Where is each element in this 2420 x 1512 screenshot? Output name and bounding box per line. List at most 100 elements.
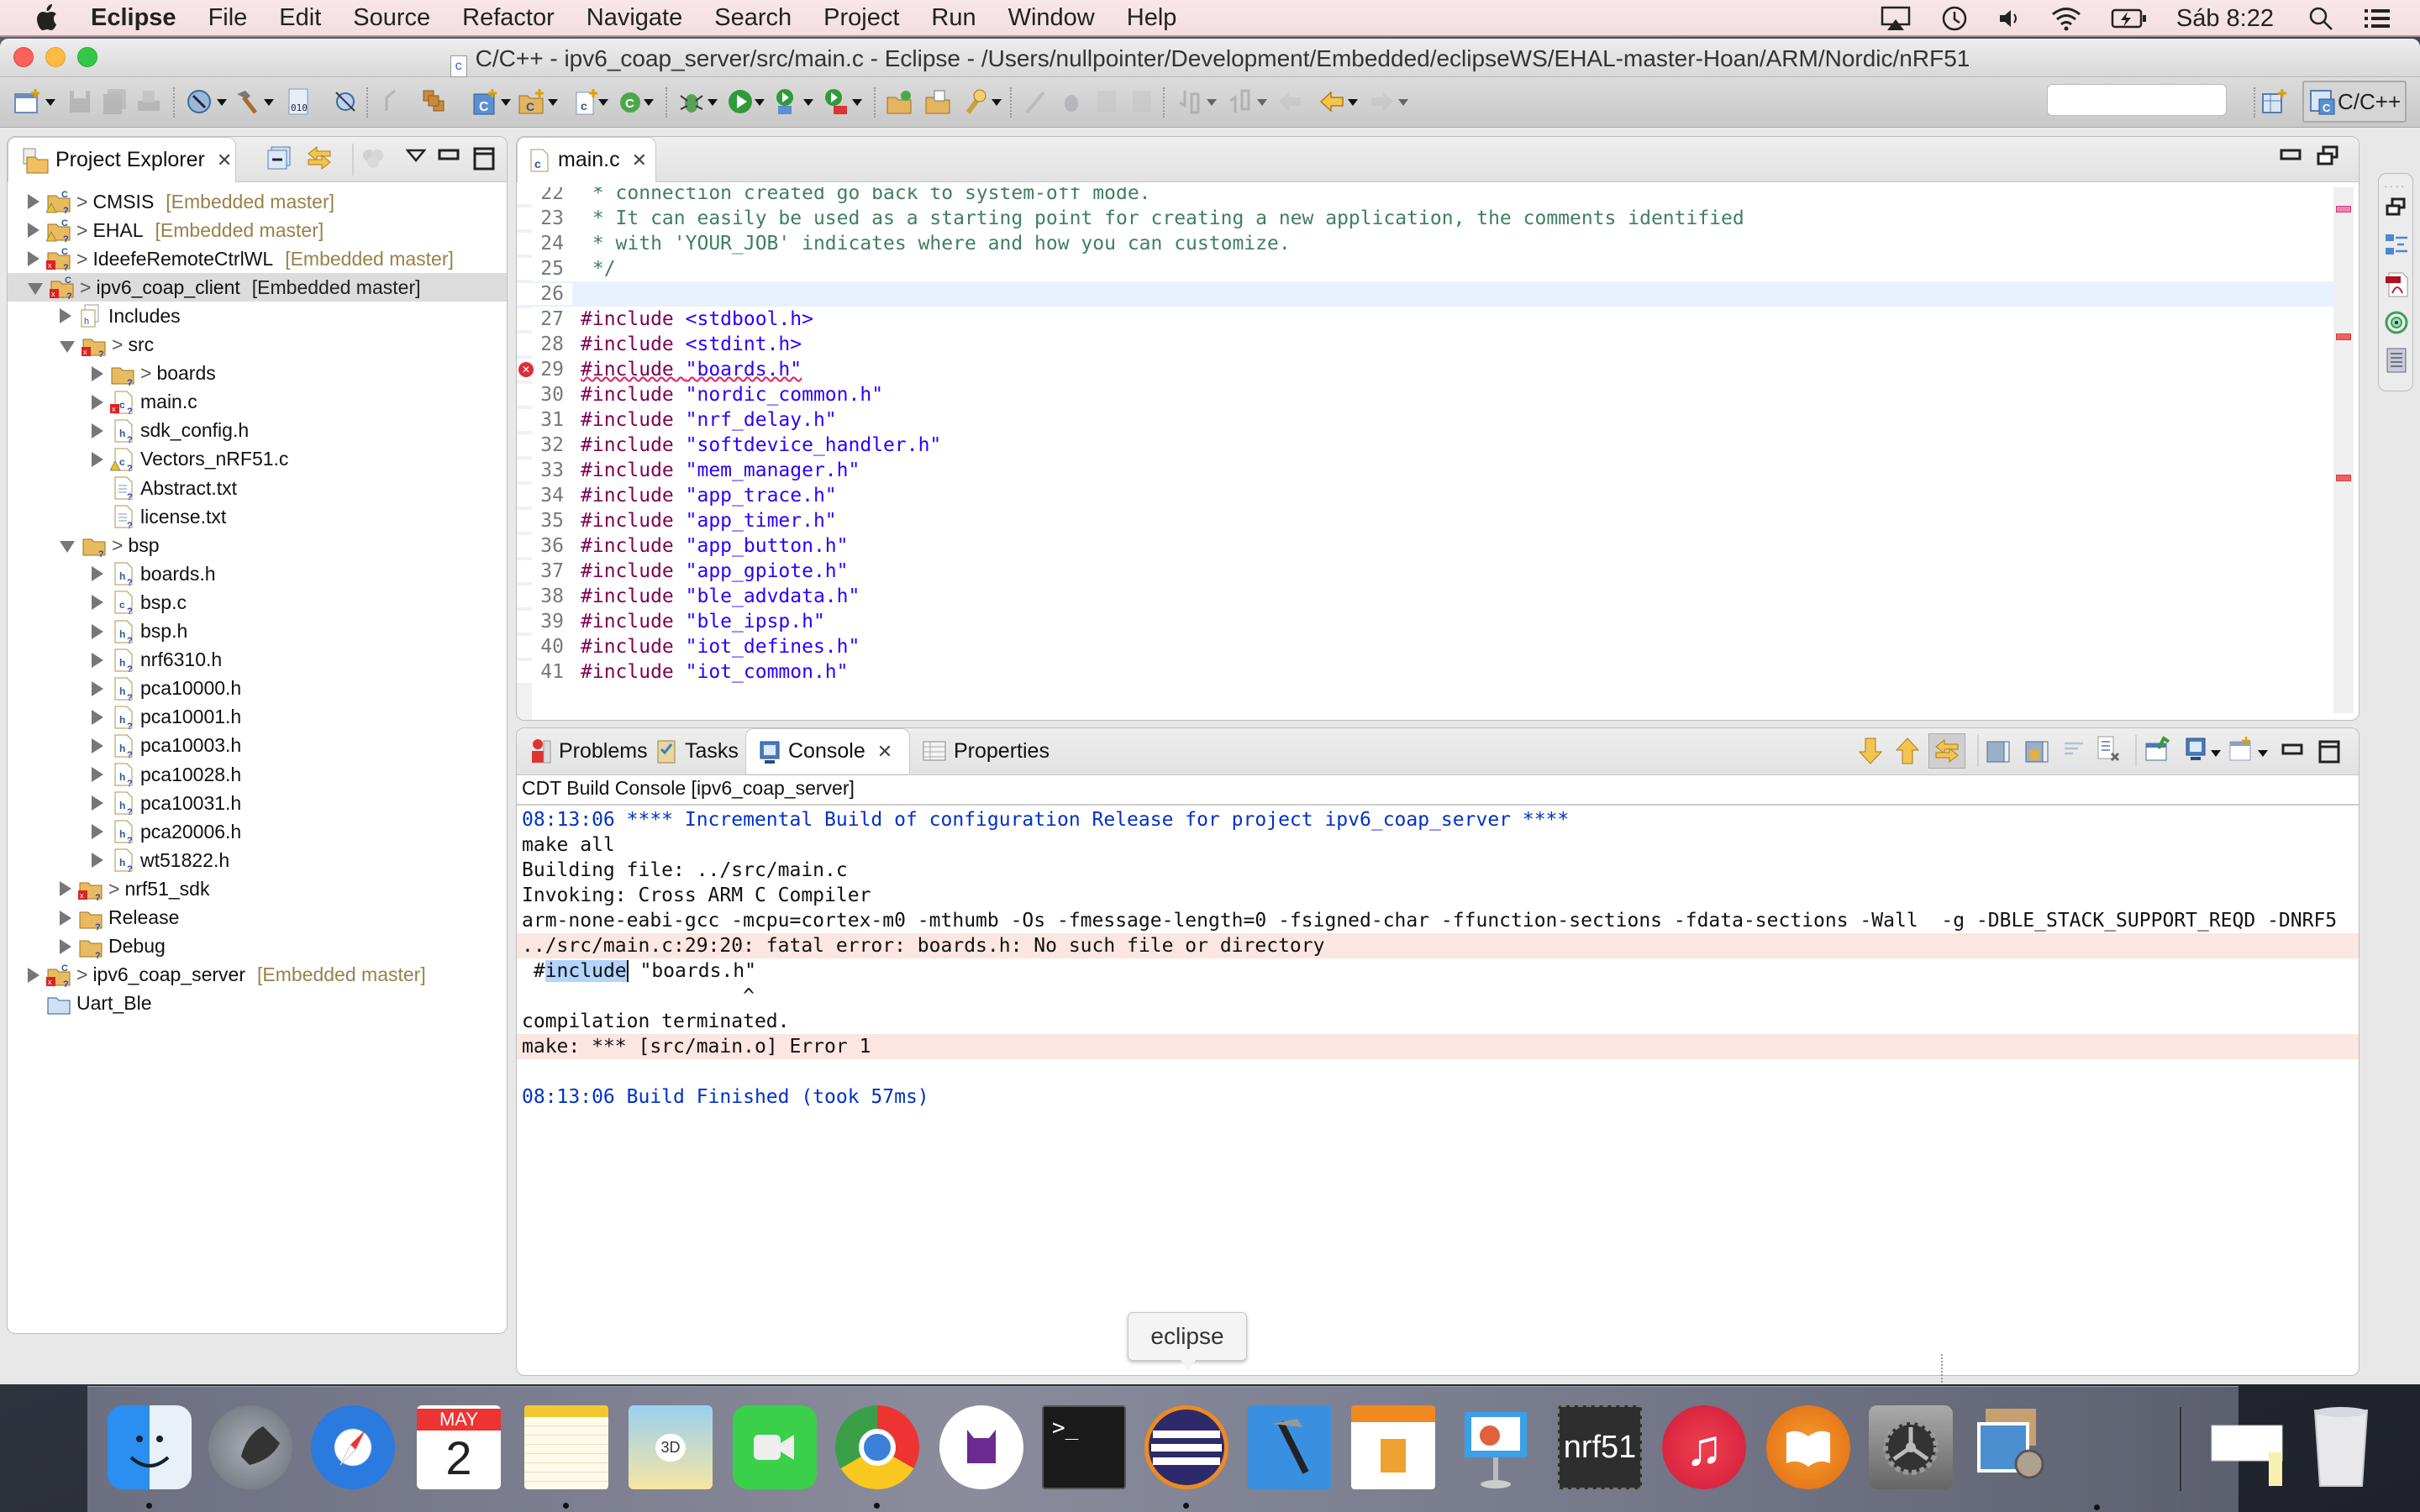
external-tools-icon[interactable] — [773, 87, 802, 116]
code-line[interactable]: 40 #include "iot_defines.h" — [517, 634, 2333, 659]
new-console-dropdown-icon[interactable] — [2258, 750, 2268, 757]
dock-chrome-icon[interactable] — [835, 1405, 919, 1489]
code-line[interactable]: 28 #include <stdint.h> — [517, 332, 2333, 357]
dock-ibooks-icon[interactable] — [1766, 1405, 1850, 1489]
build-configuration-icon[interactable] — [185, 87, 213, 116]
overview-error-marker[interactable] — [2336, 475, 2351, 481]
back-dropdown-icon[interactable] — [1348, 99, 1358, 106]
minimize-view-icon[interactable] — [438, 149, 460, 166]
dock-notes-icon[interactable] — [524, 1405, 608, 1489]
overview-ruler[interactable] — [2333, 187, 2354, 713]
tree-item[interactable]: h? pca10031.h — [8, 789, 507, 817]
menu-source[interactable]: Source — [353, 4, 430, 32]
binary-file-icon[interactable]: 010 — [284, 87, 313, 116]
tab-console[interactable]: Console ✕ — [745, 728, 910, 774]
open-folder-icon[interactable] — [924, 87, 953, 116]
new-console-view-icon[interactable] — [2228, 735, 2254, 768]
tree-collapsed-chevron-icon[interactable] — [92, 709, 103, 725]
wifi-icon[interactable] — [2050, 6, 2082, 31]
code-line[interactable]: 26 — [517, 281, 2333, 307]
tree-collapsed-chevron-icon[interactable] — [92, 680, 103, 696]
menu-search[interactable]: Search — [714, 4, 792, 32]
new-folder-dropdown-icon[interactable] — [548, 99, 558, 106]
run-external-dropdown-icon[interactable] — [852, 99, 862, 106]
filters-icon[interactable] — [360, 145, 386, 175]
tree-item[interactable]: Cx? > IdeefeRemoteCtrlWL [Embedded master] — [8, 244, 507, 273]
debug-disabled-icon[interactable] — [1057, 87, 1086, 116]
tree-collapsed-chevron-icon[interactable] — [60, 308, 71, 324]
forward-dropdown-icon[interactable] — [1398, 99, 1408, 106]
selected-text[interactable]: include — [544, 960, 629, 982]
dock-preview-icon[interactable] — [1970, 1405, 2054, 1489]
new-class-dropdown-icon[interactable] — [644, 99, 654, 106]
tree-item[interactable]: Cx? > ipv6_coap_server [Embedded master] — [8, 961, 507, 990]
new-wizard-icon[interactable] — [13, 87, 42, 116]
tree-collapsed-chevron-icon[interactable] — [92, 853, 103, 869]
tree-item[interactable]: c x? main.c — [8, 388, 507, 417]
view-menu-icon[interactable] — [405, 149, 427, 170]
tree-item[interactable]: c? bsp.c — [8, 588, 507, 617]
code-line[interactable]: 30 #include "nordic_common.h" — [517, 382, 2333, 407]
tree-item[interactable]: h? wt51822.h — [8, 846, 507, 874]
run-icon[interactable] — [726, 87, 755, 116]
code-line[interactable]: 29 ✕ #include "boards.h" — [517, 357, 2333, 382]
tree-collapsed-chevron-icon[interactable] — [28, 967, 39, 983]
tree-item[interactable]: h? pca10001.h — [8, 703, 507, 732]
code-line[interactable]: 27 #include <stdbool.h> — [517, 307, 2333, 332]
dock-facetime-icon[interactable] — [733, 1405, 817, 1489]
outline-view-icon[interactable] — [2384, 233, 2409, 262]
run-external-red-icon[interactable] — [822, 87, 850, 116]
open-console-icon[interactable] — [2184, 735, 2209, 768]
airplay-icon[interactable] — [1881, 6, 1911, 31]
print-icon[interactable] — [134, 87, 163, 116]
code-line[interactable]: 23 * It can easily be used as a starting… — [517, 206, 2333, 231]
minimize-console-icon[interactable] — [2281, 743, 2303, 761]
tree-expanded-chevron-icon[interactable] — [60, 541, 75, 554]
save-all-icon[interactable] — [101, 87, 129, 116]
open-project-icon[interactable] — [886, 87, 914, 116]
tree-item[interactable]: ? Abstract.txt — [8, 474, 507, 502]
tree-collapsed-chevron-icon[interactable] — [60, 881, 71, 897]
menubar-clock[interactable]: Sáb 8:22 — [2176, 5, 2274, 33]
minimize-editor-icon[interactable] — [2280, 149, 2302, 166]
tree-item[interactable]: h? pca10028.h — [8, 760, 507, 789]
tree-expanded-chevron-icon[interactable] — [28, 283, 43, 296]
menu-run[interactable]: Run — [931, 4, 976, 32]
scroll-up-icon[interactable] — [1895, 737, 1920, 769]
tree-collapsed-chevron-icon[interactable] — [92, 767, 103, 782]
new-project-dropdown-icon[interactable] — [501, 99, 511, 106]
dock-keynote-icon[interactable] — [1454, 1405, 1538, 1489]
new-class-icon[interactable]: C — [617, 87, 645, 116]
tab-properties[interactable]: Properties — [910, 728, 1061, 774]
code-line[interactable]: 41 #include "iot_common.h" — [517, 659, 2333, 685]
paragraph-icon[interactable] — [1128, 87, 1156, 116]
spotlight-search-icon[interactable] — [2307, 5, 2334, 32]
restore-editor-icon[interactable] — [2317, 145, 2338, 171]
pdf-view-icon[interactable] — [2384, 271, 2409, 302]
tree-item[interactable]: Cx? > ipv6_coap_client [Embedded master] — [8, 273, 507, 302]
tree-collapsed-chevron-icon[interactable] — [92, 824, 103, 840]
code-line[interactable]: 33 #include "mem_manager.h" — [517, 458, 2333, 483]
tree-item[interactable]: h? nrf6310.h — [8, 646, 507, 675]
tree-item[interactable]: x? > src — [8, 331, 507, 360]
perspective-c-cpp-button[interactable]: C C/C++ — [2302, 81, 2407, 123]
dock-launchpad-icon[interactable] — [208, 1405, 292, 1489]
previous-annotation-dropdown-icon[interactable] — [1257, 99, 1267, 106]
tree-collapsed-chevron-icon[interactable] — [28, 223, 39, 239]
word-wrap-icon[interactable] — [2063, 740, 2086, 764]
code-line[interactable]: 22 * connection created go back to syste… — [517, 187, 2333, 206]
external-tools-dropdown-icon[interactable] — [803, 99, 813, 106]
code-line[interactable]: 37 #include "app_gpiote.h" — [517, 559, 2333, 584]
run-dropdown-icon[interactable] — [755, 99, 765, 106]
tree-collapsed-chevron-icon[interactable] — [92, 652, 103, 668]
battery-charging-icon[interactable] — [2111, 8, 2148, 29]
tree-collapsed-chevron-icon[interactable] — [92, 394, 103, 410]
menu-project[interactable]: Project — [823, 4, 899, 32]
dock-xcode-icon[interactable] — [1247, 1405, 1331, 1489]
menu-app-name[interactable]: Eclipse — [91, 4, 176, 32]
dock-finder-icon[interactable] — [108, 1405, 192, 1489]
tree-item[interactable]: Uart_Ble — [8, 990, 507, 1018]
forward-icon[interactable] — [1368, 87, 1397, 116]
highlight-icon[interactable] — [1022, 87, 1050, 116]
tab-problems[interactable]: Problems — [517, 728, 660, 774]
